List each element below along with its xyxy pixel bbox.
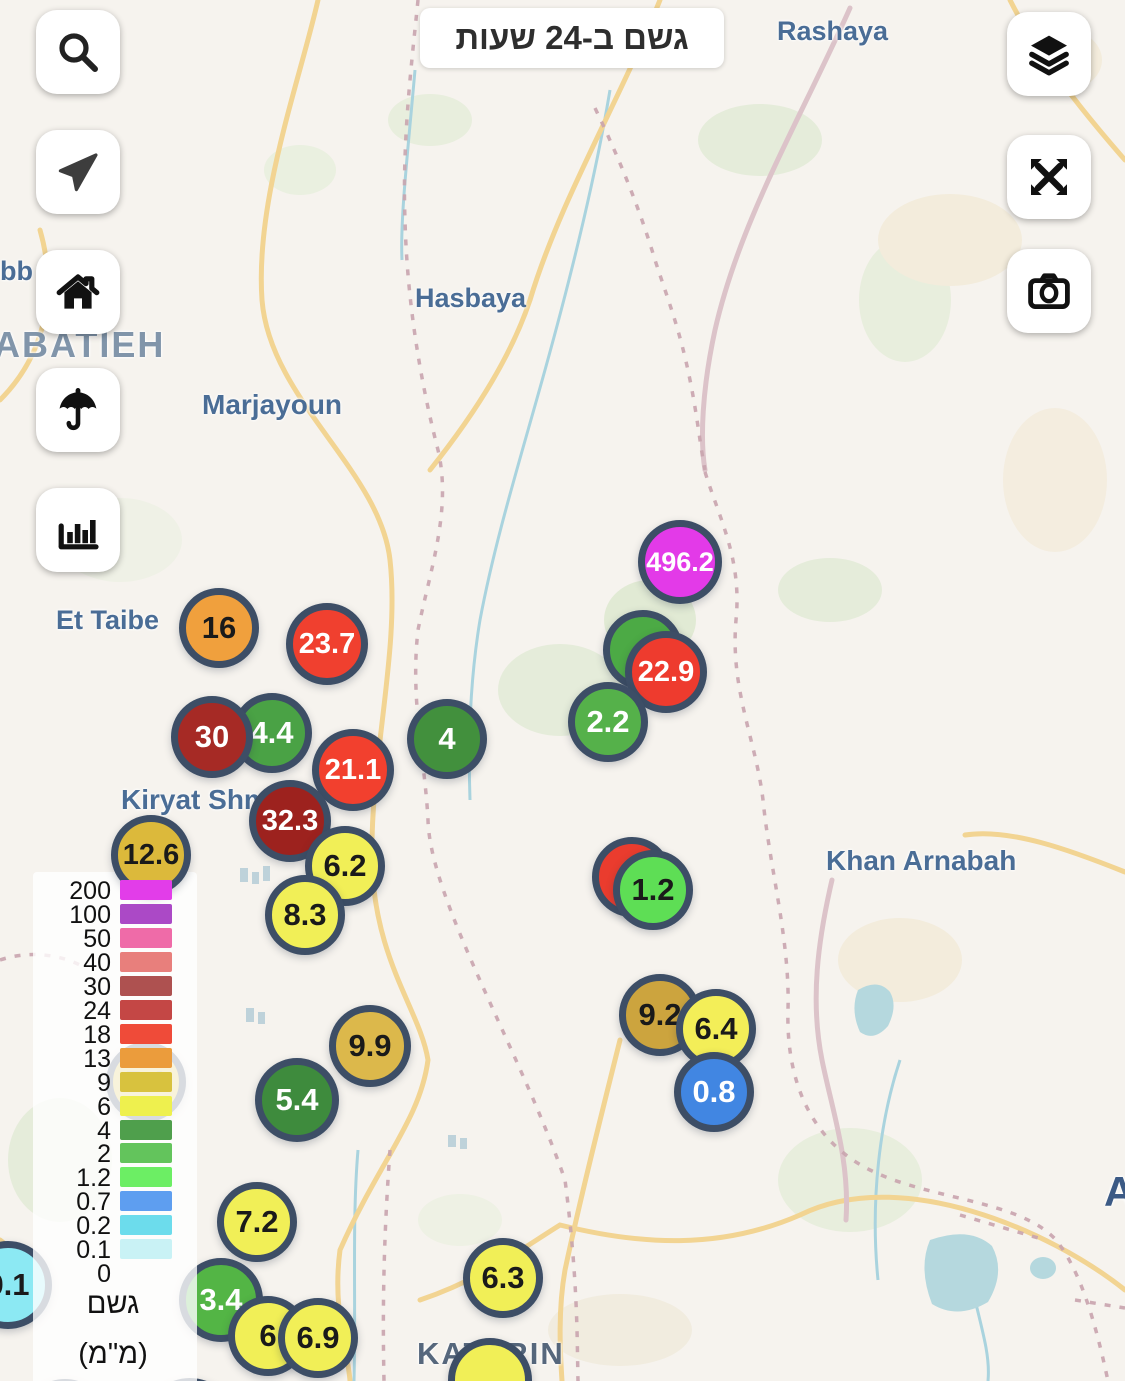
legend-swatch [120, 1143, 172, 1163]
legend-swatch [120, 976, 172, 996]
bar-chart-icon [54, 506, 102, 554]
legend-swatch [120, 1072, 172, 1092]
legend-swatch [120, 1120, 172, 1140]
legend-swatch [120, 880, 172, 900]
layers-icon [1025, 30, 1073, 78]
legend-unit: (מ"מ) [33, 1338, 193, 1371]
legend-swatch [120, 904, 172, 924]
page-title: גשם ב-24 שעות [420, 8, 724, 68]
rain-marker[interactable]: 6.3 [463, 1238, 543, 1318]
map-label: bb [0, 256, 33, 287]
rain-marker[interactable]: 1.2 [613, 850, 693, 930]
legend-swatch [120, 1215, 172, 1235]
screenshot-button[interactable] [1007, 249, 1091, 333]
statistics-button[interactable] [36, 488, 120, 572]
navigation-arrow-icon [54, 148, 102, 196]
map-label: Rashaya [777, 16, 888, 47]
rain-marker[interactable]: 6.9 [278, 1298, 358, 1378]
rain-marker[interactable]: 4 [407, 699, 487, 779]
rain-marker[interactable]: 8.3 [265, 875, 345, 955]
legend-swatch [120, 1239, 172, 1259]
legend-swatch [120, 1000, 172, 1020]
rain-marker[interactable]: 5.4 [255, 1058, 339, 1142]
map-label: Khan Arnabah [826, 845, 1016, 877]
rain-marker[interactable]: 30 [171, 696, 253, 778]
layers-button[interactable] [1007, 12, 1091, 96]
umbrella-icon [54, 386, 102, 434]
locate-button[interactable] [36, 130, 120, 214]
legend-value-label: 0 [33, 1259, 111, 1289]
home-icon [54, 268, 102, 316]
rain-marker[interactable]: 7.2 [217, 1182, 297, 1262]
rain-marker[interactable]: 16 [179, 588, 259, 668]
expand-arrows-icon [1025, 153, 1073, 201]
rain-map-app: bbABATIEHHasbayaRashayaMarjayounEt Taibe… [0, 0, 1125, 1381]
rain-marker[interactable]: 23.7 [286, 603, 368, 685]
legend-swatch [120, 952, 172, 972]
map-label: Marjayoun [202, 389, 342, 421]
rain-marker[interactable]: 9.9 [329, 1005, 411, 1087]
camera-icon [1025, 267, 1073, 315]
map-label: A [1104, 1168, 1125, 1216]
search-icon [54, 28, 102, 76]
map-label: Kiryat Shm [121, 784, 269, 816]
map-label: Et Taibe [56, 605, 159, 636]
legend-swatch [120, 1167, 172, 1187]
legend-unit-title: גשם [33, 1288, 193, 1321]
legend-swatch [120, 1048, 172, 1068]
legend-swatch [120, 1096, 172, 1116]
fullscreen-button[interactable] [1007, 135, 1091, 219]
map-label: Hasbaya [415, 283, 526, 314]
rain-marker[interactable]: 496.2 [638, 520, 722, 604]
legend-swatch [120, 1024, 172, 1044]
search-button[interactable] [36, 10, 120, 94]
legend-swatch [120, 1191, 172, 1211]
rain-marker[interactable]: 2.2 [568, 682, 648, 762]
home-button[interactable] [36, 250, 120, 334]
rain-layer-button[interactable] [36, 368, 120, 452]
legend-swatch [120, 928, 172, 948]
rain-marker[interactable]: 0.8 [674, 1052, 754, 1132]
